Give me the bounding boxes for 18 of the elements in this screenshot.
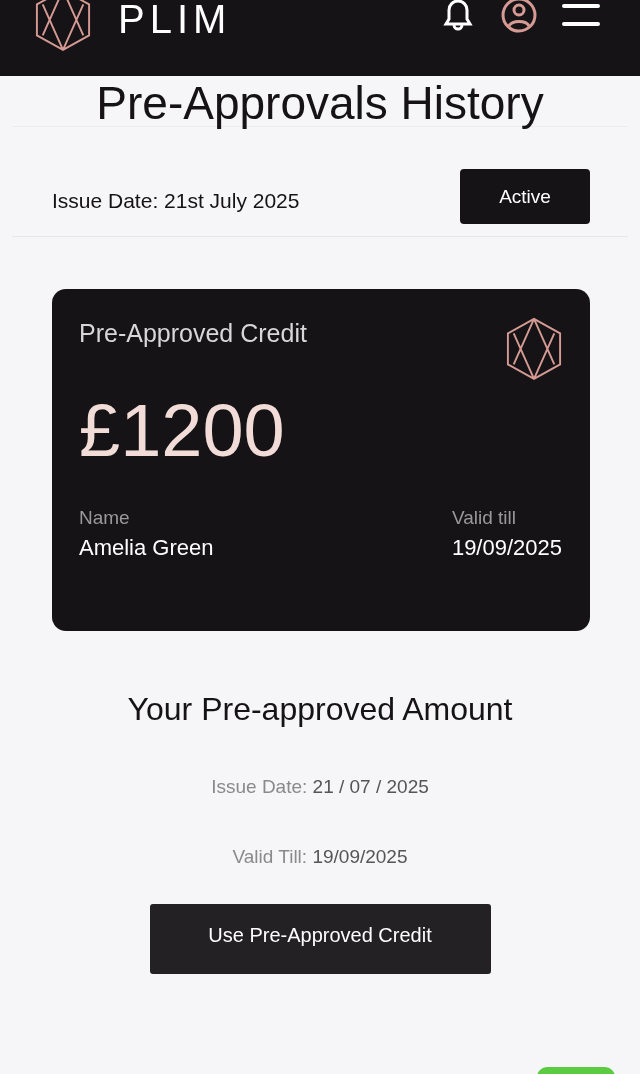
holder-name: Amelia Green <box>79 535 214 561</box>
name-label: Name <box>79 507 131 529</box>
issue-date-line: Issue Date: 21 / 07 / 2025 <box>210 776 430 798</box>
valid-date: 19/09/2025 <box>451 535 562 561</box>
menu-icon[interactable] <box>562 2 600 28</box>
logo-icon <box>505 317 563 381</box>
issue-date: Issue Date: 21st July 2025 <box>52 188 300 213</box>
logo-icon <box>34 0 92 52</box>
bell-icon[interactable] <box>440 0 476 32</box>
brand-name: PLIM <box>118 0 232 43</box>
card-label: Pre-Approved Credit <box>79 319 308 348</box>
user-icon[interactable] <box>500 0 538 34</box>
section-heading: Your Pre-approved Amount <box>126 691 514 728</box>
credit-amount: £1200 <box>79 388 286 473</box>
use-credit-button[interactable]: Use Pre-Approved Credit <box>149 904 491 974</box>
valid-till-line: Valid Till: 19/09/2025 <box>231 846 409 868</box>
valid-label: Valid till <box>451 507 517 529</box>
status-button[interactable]: Active <box>460 169 590 224</box>
